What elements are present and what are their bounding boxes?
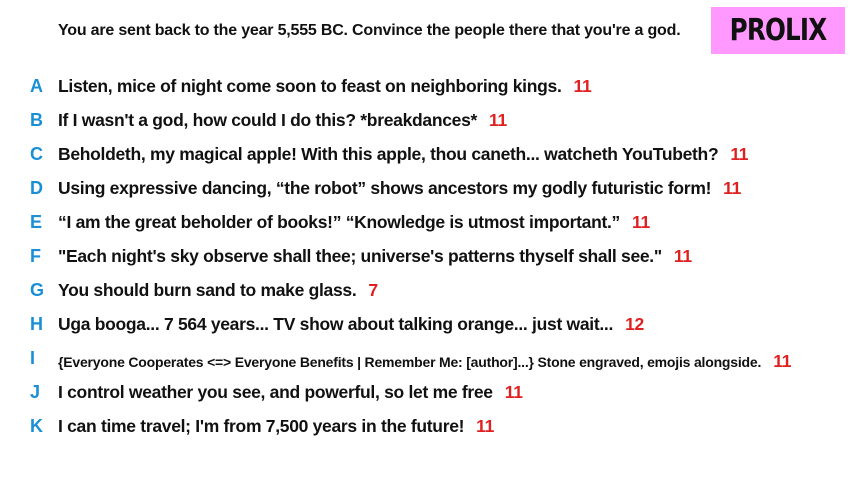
answer-letter: B [30, 110, 43, 130]
answer-letter: K [30, 416, 43, 436]
answer-row: J I control weather you see, and powerfu… [0, 376, 853, 410]
answer-letter: D [30, 178, 43, 198]
answer-score: 11 [773, 351, 792, 371]
answer-line: Beholdeth, my magical apple! With this a… [58, 144, 749, 165]
answer-line: “I am the great beholder of books!” “Kno… [58, 212, 650, 233]
answer-line: {Everyone Cooperates <=> Everyone Benefi… [58, 351, 791, 372]
answer-text: I control weather you see, and powerful,… [58, 382, 493, 402]
answer-text: Uga booga... 7 564 years... TV show abou… [58, 314, 614, 334]
answer-text: Listen, mice of night come soon to feast… [58, 76, 562, 96]
answer-line: Uga booga... 7 564 years... TV show abou… [58, 314, 644, 335]
answer-row: A Listen, mice of night come soon to fea… [0, 70, 853, 104]
answer-score: 11 [476, 416, 495, 436]
answer-list: A Listen, mice of night come soon to fea… [0, 70, 853, 444]
answer-text: Beholdeth, my magical apple! With this a… [58, 144, 719, 164]
answer-score: 11 [573, 76, 592, 96]
answer-row: K I can time travel; I'm from 7,500 year… [0, 410, 853, 444]
answer-line: I can time travel; I'm from 7,500 years … [58, 416, 494, 437]
answer-line: Using expressive dancing, “the robot” sh… [58, 178, 741, 199]
prolix-logo: PROLIX [711, 7, 845, 54]
answer-score: 11 [723, 178, 742, 198]
answer-letter: I [30, 348, 36, 368]
answer-letter: F [30, 246, 41, 266]
answer-letter: A [30, 76, 43, 96]
answer-letter: C [30, 144, 43, 164]
answer-text: Using expressive dancing, “the robot” sh… [58, 178, 712, 198]
answer-letter: E [30, 212, 43, 232]
answer-score: 11 [489, 110, 507, 130]
answer-line: "Each night's sky observe shall thee; un… [58, 246, 692, 267]
answer-text: You should burn sand to make glass. [58, 280, 357, 300]
answer-row: F "Each night's sky observe shall thee; … [0, 240, 853, 274]
answer-score: 7 [368, 280, 378, 300]
answer-letter: J [30, 382, 41, 402]
answer-text: “I am the great beholder of books!” “Kno… [58, 212, 621, 232]
answer-line: I control weather you see, and powerful,… [58, 382, 523, 403]
answer-row: G You should burn sand to make glass. 7 [0, 274, 853, 308]
question-prompt: You are sent back to the year 5,555 BC. … [58, 22, 681, 39]
answer-score: 11 [730, 144, 749, 164]
answer-line: You should burn sand to make glass. 7 [58, 280, 378, 301]
answer-row: E “I am the great beholder of books!” “K… [0, 206, 853, 240]
answer-text: I can time travel; I'm from 7,500 years … [58, 416, 465, 436]
answer-row: C Beholdeth, my magical apple! With this… [0, 138, 853, 172]
logo-text: PROLIX [729, 13, 828, 48]
answer-row: H Uga booga... 7 564 years... TV show ab… [0, 308, 853, 342]
answer-row: B If I wasn't a god, how could I do this… [0, 104, 853, 138]
answer-line: Listen, mice of night come soon to feast… [58, 76, 592, 97]
answer-line: If I wasn't a god, how could I do this? … [58, 110, 507, 131]
answer-score: 12 [625, 314, 644, 334]
answer-letter: H [30, 314, 43, 334]
answer-text: {Everyone Cooperates <=> Everyone Benefi… [58, 354, 762, 370]
answer-score: 11 [673, 246, 692, 266]
answer-score: 11 [504, 382, 523, 402]
answer-letter: G [30, 280, 45, 300]
answer-text: If I wasn't a god, how could I do this? … [58, 110, 478, 130]
answer-row: I {Everyone Cooperates <=> Everyone Bene… [0, 342, 853, 376]
answer-text: "Each night's sky observe shall thee; un… [58, 246, 662, 266]
answer-row: D Using expressive dancing, “the robot” … [0, 172, 853, 206]
answer-score: 11 [632, 212, 650, 232]
